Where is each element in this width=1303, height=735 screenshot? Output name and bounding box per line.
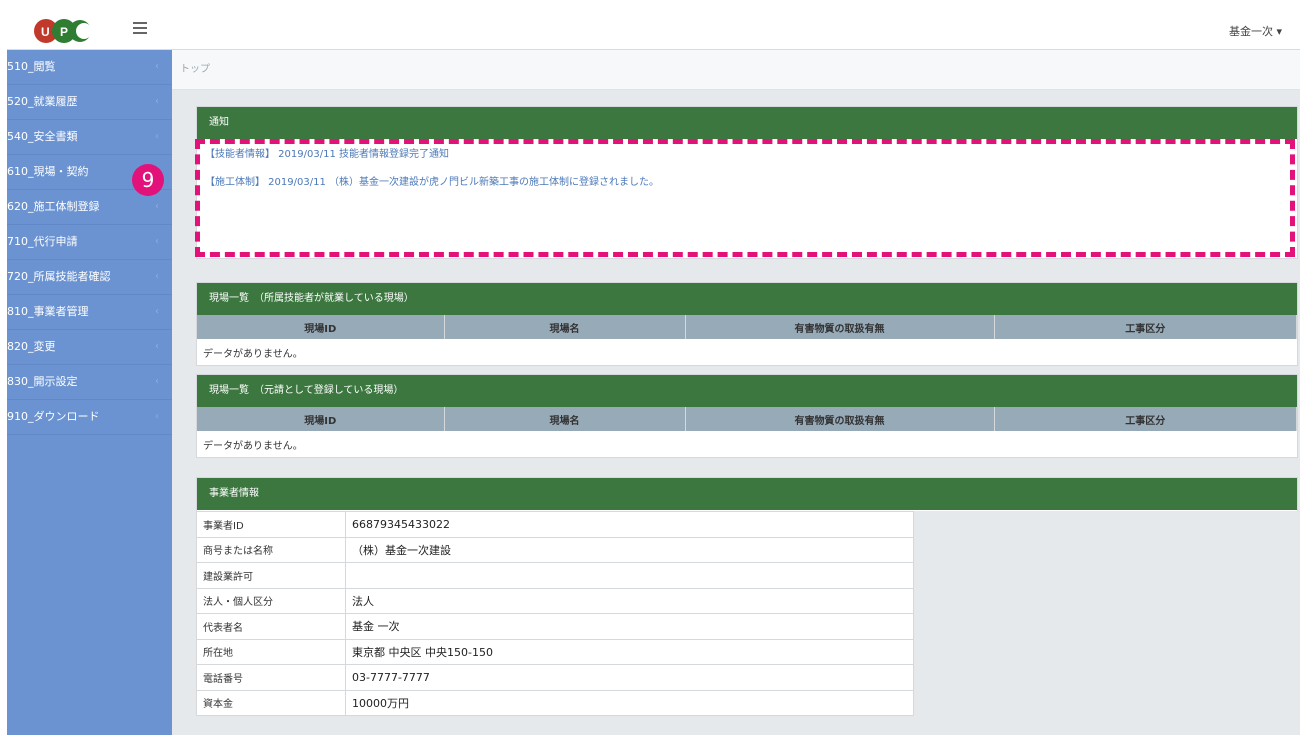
- info-row: 電話番号 03-7777-7777: [196, 664, 914, 691]
- info-value: （株）基金一次建設: [345, 536, 914, 563]
- sidebar-item-label: 520_就業履歴: [7, 95, 78, 108]
- sidebar-item[interactable]: 810_事業者管理 ‹: [7, 295, 172, 330]
- info-key: 法人・個人区分: [196, 587, 346, 614]
- info-row: 所在地 東京都 中央区 中央150-150: [196, 638, 914, 665]
- chevron-left-icon: ‹: [155, 61, 159, 72]
- info-key: 資本金: [196, 689, 346, 716]
- prime-sites-panel: 現場一覧 （元請として登録している現場） 現場ID 現場名 有害物質の取扱有無 …: [196, 374, 1298, 458]
- column-header-site-name[interactable]: 現場名: [444, 315, 686, 339]
- info-value: 基金 一次: [345, 613, 914, 640]
- company-info-title: 事業者情報: [197, 478, 1297, 510]
- worked-sites-panel: 現場一覧 （所属技能者が就業している現場） 現場ID 現場名 有害物質の取扱有無…: [196, 282, 1298, 366]
- chevron-left-icon: ‹: [155, 271, 159, 282]
- column-header-hazardous[interactable]: 有害物質の取扱有無: [685, 315, 995, 339]
- info-value: 東京都 中央区 中央150-150: [345, 638, 914, 665]
- info-value: 66879345433022: [345, 511, 914, 538]
- column-header-hazardous[interactable]: 有害物質の取扱有無: [685, 407, 995, 431]
- sidebar-item-label: 610_現場・契約: [7, 165, 89, 178]
- sidebar-item[interactable]: 910_ダウンロード ‹: [7, 400, 172, 435]
- chevron-left-icon: ‹: [155, 96, 159, 107]
- info-value: [345, 562, 914, 589]
- worked-sites-table: 現場ID 現場名 有害物質の取扱有無 工事区分 データがありません。: [197, 315, 1297, 365]
- svg-text:U: U: [41, 25, 50, 39]
- chevron-left-icon: ‹: [155, 411, 159, 422]
- info-value: 法人: [345, 587, 914, 614]
- info-row: 代表者名 基金 一次: [196, 613, 914, 640]
- worked-sites-title: 現場一覧 （所属技能者が就業している現場）: [197, 283, 1297, 315]
- empty-message: データがありません。: [203, 348, 303, 360]
- chevron-left-icon: ‹: [155, 131, 159, 142]
- chevron-left-icon: ‹: [155, 306, 159, 317]
- chevron-left-icon: ‹: [155, 376, 159, 387]
- prime-sites-table: 現場ID 現場名 有害物質の取扱有無 工事区分 データがありません。: [197, 407, 1297, 457]
- info-row: 資本金 10000万円: [196, 689, 914, 716]
- sidebar-item[interactable]: 540_安全書類 ‹: [7, 120, 172, 155]
- info-key: 電話番号: [196, 664, 346, 691]
- column-header-site-id[interactable]: 現場ID: [197, 315, 445, 339]
- column-header-site-id[interactable]: 現場ID: [197, 407, 445, 431]
- sidebar-item[interactable]: 830_開示設定 ‹: [7, 365, 172, 400]
- info-key: 商号または名称: [196, 536, 346, 563]
- sidebar-item-label: 620_施工体制登録: [7, 200, 100, 213]
- sidebar-item-label: 820_変更: [7, 340, 56, 353]
- info-key: 代表者名: [196, 613, 346, 640]
- info-value: 10000万円: [345, 689, 914, 716]
- top-bar: U P 基金一次 ▾: [7, 10, 1300, 50]
- info-key: 所在地: [196, 638, 346, 665]
- info-row: 建設業許可: [196, 562, 914, 589]
- ucp-logo: U P: [34, 19, 92, 43]
- sidebar-item[interactable]: 510_閲覧 ‹: [7, 50, 172, 85]
- sidebar-item-label: 910_ダウンロード: [7, 410, 100, 423]
- info-key: 建設業許可: [196, 562, 346, 589]
- sidebar-item-label: 720_所属技能者確認: [7, 270, 111, 283]
- info-row: 法人・個人区分 法人: [196, 587, 914, 614]
- column-header-site-name[interactable]: 現場名: [444, 407, 686, 431]
- sidebar-item[interactable]: 820_変更 ‹: [7, 330, 172, 365]
- sidebar-item[interactable]: 720_所属技能者確認 ‹: [7, 260, 172, 295]
- svg-text:P: P: [60, 25, 68, 39]
- sidebar-item[interactable]: 520_就業履歴 ‹: [7, 85, 172, 120]
- sidebar-item-label: 710_代行申請: [7, 235, 78, 248]
- company-info-table: 事業者ID 66879345433022 商号または名称 （株）基金一次建設 建設業許可…: [196, 511, 914, 716]
- menu-toggle-icon[interactable]: [133, 22, 147, 34]
- main-content: トップ 通知 【技能者情報】 2019/03/11 技能者情報登録完了通知 【施…: [172, 50, 1300, 735]
- info-value: 03-7777-7777: [345, 664, 914, 691]
- user-menu-dropdown[interactable]: 基金一次 ▾: [1229, 23, 1282, 39]
- company-info-panel: 事業者情報: [196, 477, 1298, 511]
- notice-panel-title: 通知: [197, 107, 1297, 139]
- annotation-number-badge: 9: [132, 164, 164, 196]
- chevron-left-icon: ‹: [155, 201, 159, 212]
- sidebar-item-label: 830_開示設定: [7, 375, 78, 388]
- chevron-left-icon: ‹: [155, 236, 159, 247]
- sidebar-item-label: 810_事業者管理: [7, 305, 89, 318]
- sidebar-item-label: 540_安全書類: [7, 130, 78, 143]
- empty-message: データがありません。: [203, 440, 303, 452]
- sidebar-item[interactable]: 710_代行申請 ‹: [7, 225, 172, 260]
- prime-sites-title: 現場一覧 （元請として登録している現場）: [197, 375, 1297, 407]
- info-row: 商号または名称 （株）基金一次建設: [196, 536, 914, 563]
- info-key: 事業者ID: [196, 511, 346, 538]
- sidebar-item-label: 510_閲覧: [7, 60, 56, 73]
- notice-link-construction[interactable]: 【施工体制】 2019/03/11 （株）基金一次建設が虎ノ門ビル新築工事の施工…: [205, 173, 1289, 188]
- breadcrumb[interactable]: トップ: [172, 50, 1300, 90]
- column-header-work-type[interactable]: 工事区分: [994, 407, 1297, 431]
- chevron-left-icon: ‹: [155, 341, 159, 352]
- notice-link-skill[interactable]: 【技能者情報】 2019/03/11 技能者情報登録完了通知: [205, 145, 1289, 160]
- info-row: 事業者ID 66879345433022: [196, 511, 914, 538]
- notice-panel: 通知 【技能者情報】 2019/03/11 技能者情報登録完了通知 【施工体制】…: [196, 106, 1298, 259]
- sidebar: 510_閲覧 ‹ 520_就業履歴 ‹ 540_安全書類 ‹ 610_現場・契約 ‹ 620_施…: [7, 50, 172, 735]
- column-header-work-type[interactable]: 工事区分: [994, 315, 1297, 339]
